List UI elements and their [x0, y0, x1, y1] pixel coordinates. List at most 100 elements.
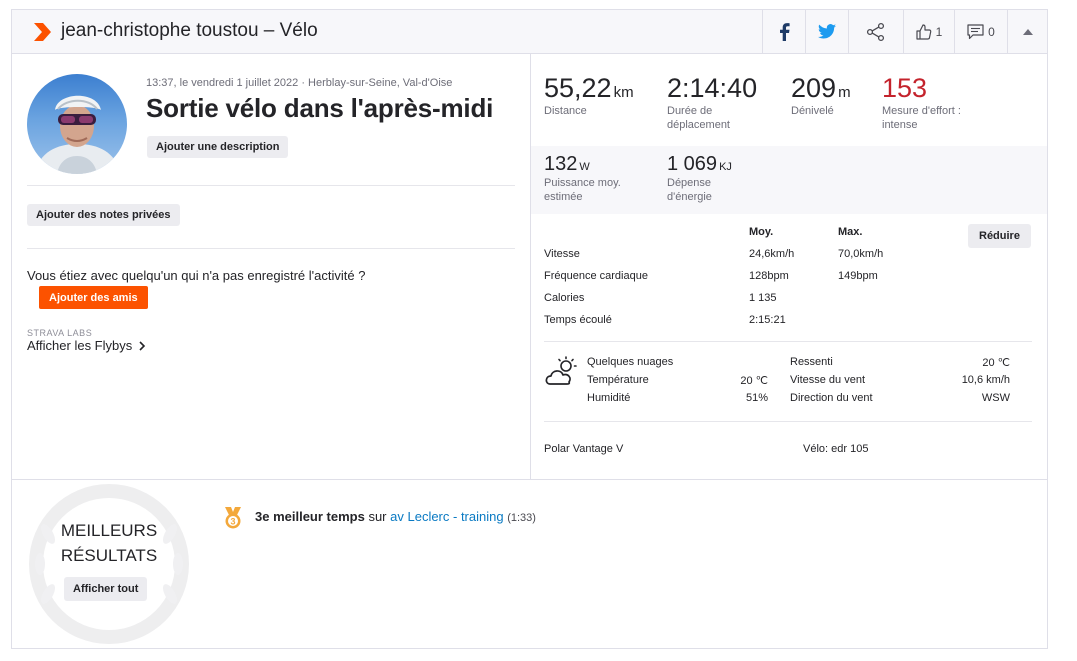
comments-count: 0 — [988, 24, 995, 39]
stat-elevation: 209 m Dénivelé — [791, 73, 851, 118]
best-results-title: MEILLEURS RÉSULTATS — [55, 518, 163, 568]
add-private-notes-button[interactable]: Ajouter des notes privées — [27, 204, 180, 226]
feels-like-label: Ressenti — [790, 356, 833, 368]
athlete-activity-title[interactable]: jean-christophe toustou – Vélo — [61, 20, 318, 42]
effort-label-2: intense — [882, 119, 918, 131]
kudos-button[interactable]: 1 — [903, 10, 954, 53]
power-label-2: estimée — [544, 191, 583, 203]
row-speed-avg: 24,6km/h — [749, 248, 795, 260]
elevation-value: 209 — [791, 73, 837, 103]
best-results-line2: RÉSULTATS — [60, 546, 158, 565]
row-elapsed-avg: 2:15:21 — [749, 314, 786, 326]
svg-text:3: 3 — [230, 517, 235, 527]
stat-distance: 55,22 km Distance — [544, 73, 634, 118]
stat-power: 132 W Puissance moy. estimée — [544, 153, 621, 204]
section-divider — [12, 479, 1047, 480]
stat-moving-time: 2:14:40 Durée de déplacement — [667, 73, 757, 132]
effort-value: 153 — [882, 73, 928, 103]
divider — [544, 421, 1032, 422]
bike-name[interactable]: Vélo: edr 105 — [803, 443, 868, 455]
col-avg-header: Moy. — [749, 226, 774, 238]
best-results-line1: MEILLEURS — [60, 521, 158, 540]
wind-speed-value: 10,6 km/h — [961, 374, 1010, 386]
wind-direction-label: Direction du vent — [790, 392, 873, 404]
show-all-button[interactable]: Afficher tout — [64, 577, 148, 601]
flybys-label: Afficher les Flybys — [27, 338, 133, 353]
twitter-share-button[interactable] — [805, 10, 848, 53]
activity-card: jean-christophe toustou – Vélo 1 0 13:37… — [11, 9, 1048, 649]
share-icon — [866, 22, 885, 41]
activity-title[interactable]: Sortie vélo dans l'après-midi — [146, 93, 493, 124]
elevation-label: Dénivelé — [791, 105, 834, 117]
device-name: Polar Vantage V — [544, 443, 624, 455]
activity-meta: 13:37, le vendredi 1 juillet 2022 · Herb… — [146, 77, 453, 89]
strava-chevron-icon — [34, 23, 51, 41]
segment-achievement: 3e meilleur temps sur av Leclerc - train… — [255, 509, 536, 524]
achievement-on: sur — [368, 509, 387, 524]
humidity-value: 51% — [745, 392, 768, 404]
achievement-rank: 3e meilleur temps — [255, 509, 365, 524]
energy-label-1: Dépense — [667, 177, 712, 189]
athlete-avatar[interactable] — [27, 74, 127, 174]
humidity-label: Humidité — [587, 392, 631, 404]
stat-effort[interactable]: 153 Mesure d'effort : intense — [882, 73, 961, 132]
strava-labs-label: STRAVA LABS — [27, 328, 93, 338]
segment-time: (1:33) — [507, 512, 536, 524]
power-value: 132 — [544, 153, 578, 175]
avatar-photo-icon — [35, 95, 121, 174]
row-calories-label: Calories — [544, 292, 585, 304]
temperature-value: 20 ℃ — [740, 375, 768, 387]
power-label-1: Puissance moy. — [544, 177, 621, 189]
add-friends-button[interactable]: Ajouter des amis — [39, 286, 148, 309]
facebook-share-button[interactable] — [762, 10, 805, 53]
kudos-count: 1 — [935, 24, 943, 39]
row-elapsed-label: Temps écoulé — [544, 314, 612, 326]
distance-label: Distance — [544, 105, 587, 117]
wind-direction-value: WSW — [981, 392, 1010, 404]
distance-value: 55,22 — [544, 73, 612, 103]
row-hr-label: Fréquence cardiaque — [544, 270, 648, 282]
activity-header: jean-christophe toustou – Vélo 1 0 — [12, 10, 1047, 54]
flybys-link[interactable]: Afficher les Flybys — [27, 338, 148, 353]
effort-label-1: Mesure d'effort : — [882, 105, 961, 117]
row-hr-avg: 128bpm — [749, 270, 789, 282]
collapse-details-button[interactable]: Réduire — [968, 224, 1031, 248]
wind-speed-label: Vitesse du vent — [790, 374, 866, 386]
comment-icon — [967, 23, 984, 39]
divider — [544, 341, 1032, 342]
feels-like-value: 20 ℃ — [982, 357, 1010, 369]
weather-condition: Quelques nuages — [587, 356, 674, 368]
row-calories-avg: 1 135 — [749, 292, 777, 304]
divider — [27, 185, 515, 186]
row-speed-label: Vitesse — [544, 248, 580, 260]
collapse-header-button[interactable] — [1007, 10, 1047, 53]
col-max-header: Max. — [838, 226, 863, 238]
energy-unit: KJ — [719, 161, 732, 173]
moving-time-value: 2:14:40 — [667, 73, 758, 103]
moving-time-label-2: déplacement — [667, 119, 730, 131]
chevron-right-icon — [139, 340, 146, 351]
distance-unit: km — [613, 84, 634, 101]
temperature-label: Température — [587, 374, 649, 386]
caret-up-icon — [1022, 28, 1033, 35]
segment-link[interactable]: av Leclerc - training — [390, 509, 503, 524]
unrecorded-partner-question: Vous étiez avec quelqu'un qui n'a pas en… — [27, 268, 366, 283]
column-divider — [530, 54, 531, 479]
row-speed-max: 70,0km/h — [838, 248, 884, 260]
elevation-unit: m — [838, 84, 851, 101]
row-hr-max: 149bpm — [838, 270, 878, 282]
facebook-icon — [779, 22, 790, 41]
divider — [27, 248, 515, 249]
medal-icon: 3 — [225, 507, 241, 529]
partly-cloudy-icon — [545, 356, 577, 385]
power-unit: W — [579, 161, 590, 173]
share-button[interactable] — [848, 10, 903, 53]
twitter-icon — [818, 24, 836, 39]
moving-time-label-1: Durée de — [667, 105, 713, 117]
add-description-button[interactable]: Ajouter une description — [147, 136, 289, 158]
energy-value: 1 069 — [667, 153, 718, 175]
energy-label-2: d'énergie — [667, 191, 712, 203]
comments-button[interactable]: 0 — [954, 10, 1007, 53]
thumbs-up-icon — [916, 23, 931, 40]
stat-energy: 1 069 KJ Dépense d'énergie — [667, 153, 732, 204]
